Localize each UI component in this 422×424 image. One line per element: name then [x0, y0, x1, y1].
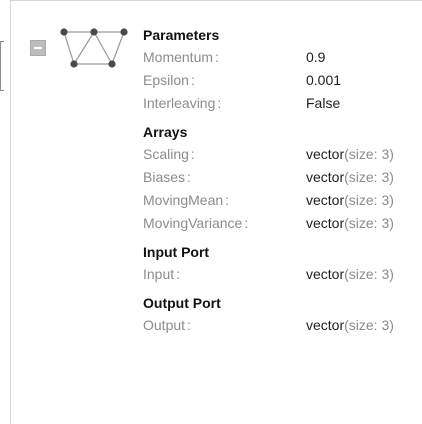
- property-row: Epsilon 0.001: [143, 69, 422, 92]
- section-title: Input Port: [143, 244, 210, 260]
- property-key: Interleaving: [143, 92, 306, 115]
- value-type: vector: [306, 317, 345, 333]
- value-size-hint: (size: 3): [344, 146, 394, 162]
- value-size-hint: (size: 3): [344, 192, 394, 208]
- value-type: vector: [306, 169, 345, 185]
- value-size-hint: (size: 3): [344, 317, 394, 333]
- property-row: MovingVariance vector(size: 3): [143, 212, 422, 235]
- collapse-button[interactable]: [30, 40, 46, 56]
- property-key: Input: [143, 263, 306, 286]
- property-value: 0.9: [306, 49, 326, 65]
- properties-list: Parameters Momentum 0.9 Epsilon 0.001 In…: [143, 24, 422, 343]
- property-row: Momentum 0.9: [143, 46, 422, 69]
- property-key: Epsilon: [143, 69, 306, 92]
- value-size-hint: (size: 3): [344, 169, 394, 185]
- property-key: Output: [143, 314, 306, 337]
- property-value: vector(size: 3): [306, 143, 394, 166]
- section-parameters: Parameters Momentum 0.9 Epsilon 0.001 In…: [143, 24, 422, 115]
- property-row: Interleaving False: [143, 92, 422, 115]
- value-size-hint: (size: 3): [344, 266, 394, 282]
- section-title: Arrays: [143, 124, 188, 140]
- property-row: Input vector(size: 3): [143, 263, 422, 286]
- value-type: vector: [306, 192, 345, 208]
- property-value: False: [306, 95, 341, 111]
- section-title: Parameters: [143, 27, 220, 43]
- property-key: Biases: [143, 166, 306, 189]
- property-row: Scaling vector(size: 3): [143, 143, 422, 166]
- property-value: vector(size: 3): [306, 314, 394, 337]
- property-value: 0.001: [306, 72, 342, 88]
- value-type: vector: [306, 146, 345, 162]
- property-row: Output vector(size: 3): [143, 314, 422, 337]
- property-row: MovingMean vector(size: 3): [143, 189, 422, 212]
- property-row: Biases vector(size: 3): [143, 166, 422, 189]
- property-value: vector(size: 3): [306, 212, 394, 235]
- connection-bracket: [0, 41, 4, 91]
- section-output-port: Output Port Output vector(size: 3): [143, 292, 422, 337]
- property-key: MovingMean: [143, 189, 306, 212]
- neural-network-icon: [60, 28, 128, 68]
- property-value: vector(size: 3): [306, 166, 394, 189]
- property-key: Momentum: [143, 46, 306, 69]
- value-size-hint: (size: 3): [344, 215, 394, 231]
- property-value: vector(size: 3): [306, 189, 394, 212]
- value-type: vector: [306, 215, 345, 231]
- value-type: vector: [306, 266, 345, 282]
- property-key: Scaling: [143, 143, 306, 166]
- property-value: vector(size: 3): [306, 263, 394, 286]
- property-key: MovingVariance: [143, 212, 306, 235]
- section-title: Output Port: [143, 295, 221, 311]
- section-input-port: Input Port Input vector(size: 3): [143, 241, 422, 286]
- section-arrays: Arrays Scaling vector(size: 3) Biases ve…: [143, 121, 422, 235]
